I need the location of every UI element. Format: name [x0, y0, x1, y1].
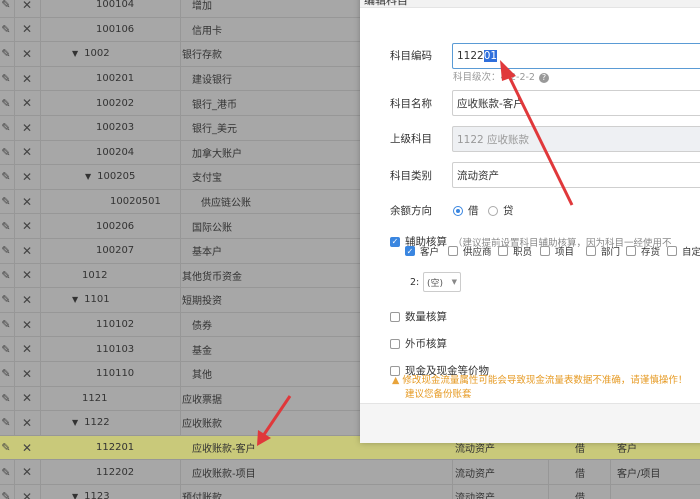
arrow-to-code-line — [505, 71, 574, 206]
annotation-arrows — [257, 60, 574, 446]
arrow-to-code-head — [500, 60, 516, 81]
arrow-to-row-line — [261, 395, 292, 437]
